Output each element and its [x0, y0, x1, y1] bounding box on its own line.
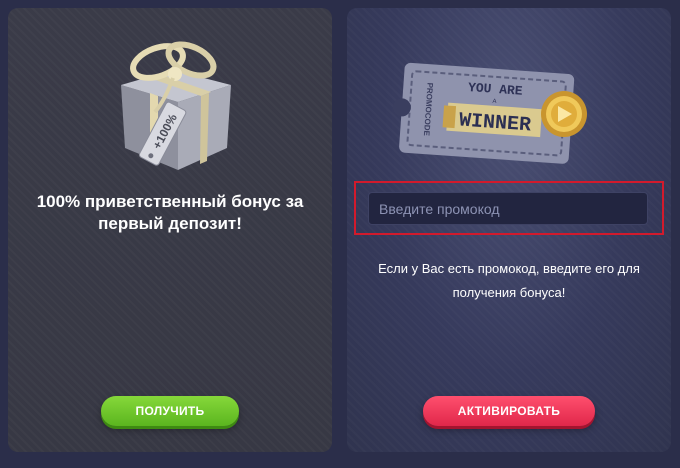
promocode-card: PROMOCODE YOU ARE A WINNER Если у Вас ес… — [347, 8, 671, 452]
ticket-line-small: A — [492, 99, 496, 105]
promocode-input[interactable] — [368, 192, 648, 225]
welcome-bonus-card: +100% 100% приветственный бонус за первы… — [8, 8, 332, 452]
get-bonus-button[interactable]: ПОЛУЧИТЬ — [101, 396, 239, 426]
winner-ticket-icon: PROMOCODE YOU ARE A WINNER — [392, 62, 587, 164]
activate-button[interactable]: АКТИВИРОВАТЬ — [423, 396, 595, 426]
promocode-highlight-frame — [354, 181, 664, 235]
gift-box-icon: +100% — [121, 41, 231, 170]
promocode-description: Если у Вас есть промокод, введите его дл… — [378, 261, 640, 300]
bonus-title: 100% приветственный бонус за первый депо… — [36, 192, 304, 233]
